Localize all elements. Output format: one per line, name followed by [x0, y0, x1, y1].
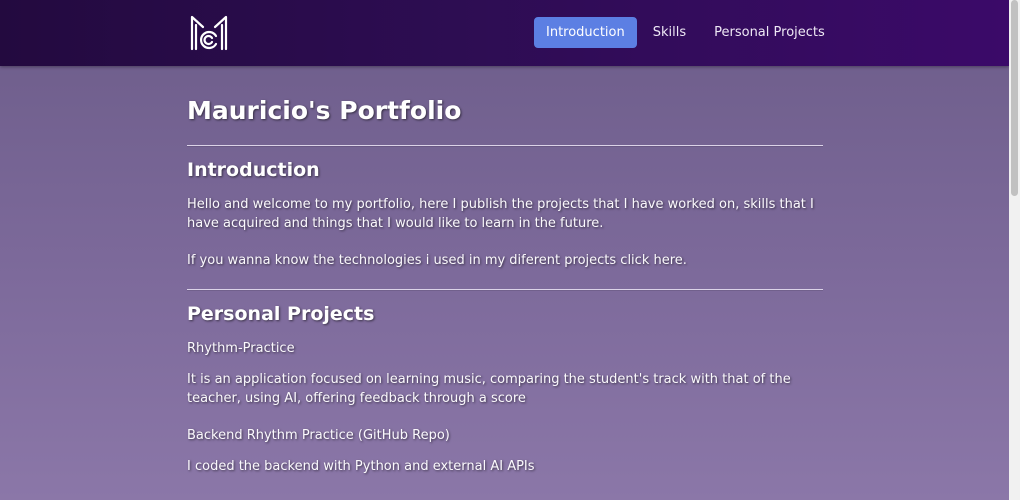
divider [187, 289, 823, 290]
nav-links: Introduction Skills Personal Projects [534, 17, 837, 48]
divider [187, 145, 823, 146]
nav-link-introduction[interactable]: Introduction [534, 17, 637, 48]
introduction-text: Hello and welcome to my portfolio, here … [187, 197, 814, 231]
nav-link-personal-projects[interactable]: Personal Projects [702, 17, 837, 48]
project-title-backend-repo[interactable]: Backend Rhythm Practice (GitHub Repo) [187, 426, 823, 445]
mc-monogram-icon[interactable] [188, 11, 230, 53]
page: Introduction Skills Personal Projects Ma… [0, 0, 1009, 500]
section-heading-personal-projects: Personal Projects [187, 303, 375, 325]
project-description: It is an application focused on learning… [187, 372, 791, 406]
vertical-scrollbar[interactable] [1009, 0, 1020, 500]
top-navbar: Introduction Skills Personal Projects [0, 0, 1009, 66]
logo-svg [190, 15, 228, 51]
section-heading-introduction: Introduction [187, 159, 320, 181]
scrollbar-thumb[interactable] [1011, 0, 1018, 196]
project-description: I coded the backend with Python and exte… [187, 459, 535, 474]
nav-link-skills[interactable]: Skills [641, 17, 698, 48]
project-title-rhythm-practice[interactable]: Rhythm-Practice [187, 339, 823, 358]
technologies-link[interactable]: If you wanna know the technologies i use… [187, 251, 823, 270]
page-title: Mauricio's Portfolio [187, 96, 462, 125]
